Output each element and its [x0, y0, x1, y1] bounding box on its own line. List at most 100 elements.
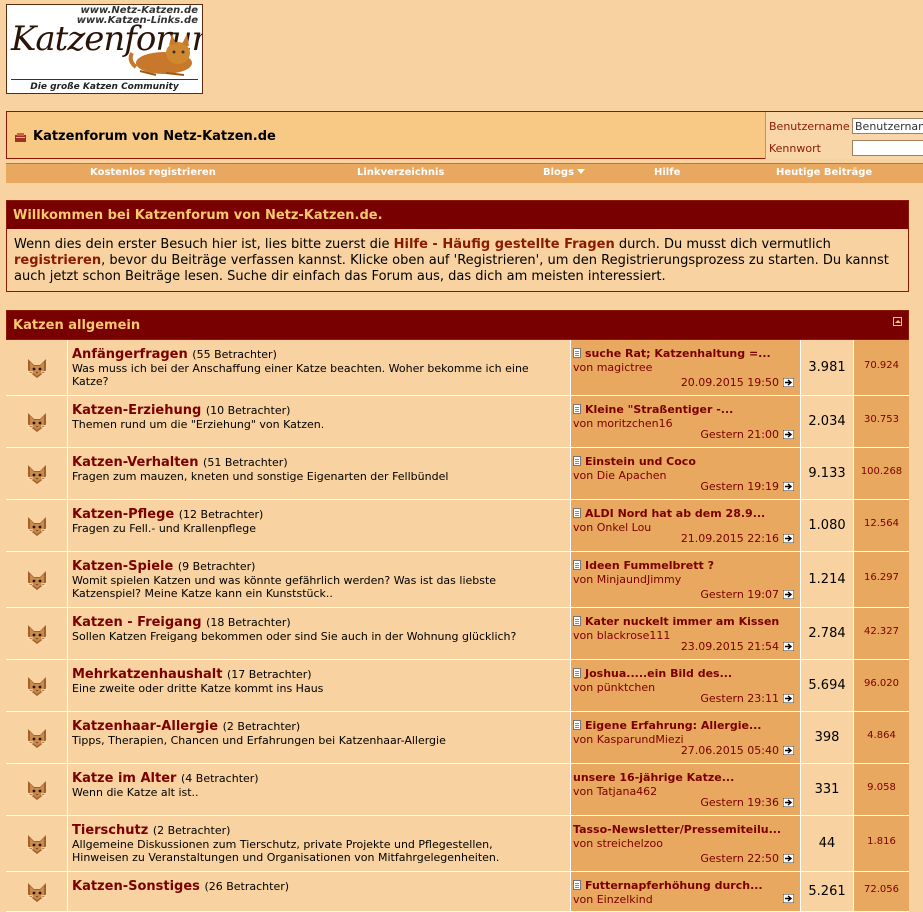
forum-name[interactable]: Mehrkatzenhaushalt: [72, 667, 222, 682]
forum-name[interactable]: Katzen-Erziehung: [72, 403, 201, 418]
last-post-title[interactable]: Joshua.....ein Bild des...: [573, 667, 732, 680]
forum-name[interactable]: Tierschutz: [72, 823, 148, 838]
last-post-title[interactable]: Einstein und Coco: [573, 455, 696, 468]
forum-info-cell: Katzen-Pflege (12 Betrachter) Fragen zu …: [68, 500, 571, 551]
last-post-author-line: von Die Apachen: [573, 469, 667, 482]
go-to-last-post-icon[interactable]: [783, 534, 794, 543]
last-post-author[interactable]: blackrose111: [597, 629, 671, 642]
go-to-last-post-icon[interactable]: [783, 694, 794, 703]
thread-count: 5.261: [808, 883, 846, 899]
last-post-title[interactable]: Futternapferhöhung durch...: [573, 879, 763, 892]
forum-name[interactable]: Katzen - Freigang: [72, 615, 202, 630]
forum-name[interactable]: Katzen-Verhalten: [72, 455, 199, 470]
last-post-author[interactable]: Onkel Lou: [597, 521, 652, 534]
register-link[interactable]: registrieren: [14, 253, 101, 268]
document-icon: [573, 668, 581, 678]
last-post-title[interactable]: Ideen Fummelbrett ?: [573, 559, 714, 572]
last-post-author[interactable]: Einzelkind: [597, 893, 653, 906]
last-post-author[interactable]: pünktchen: [597, 681, 655, 694]
go-to-last-post-icon[interactable]: [783, 854, 794, 863]
forum-name[interactable]: Katze im Alter: [72, 771, 176, 786]
last-post-author-line: von pünktchen: [573, 681, 655, 694]
forum-name[interactable]: Anfängerfragen: [72, 347, 188, 362]
forum-name[interactable]: Katzenhaar-Allergie: [72, 719, 218, 734]
last-post-cell: suche Rat; Katzenhaltung =... von magict…: [571, 340, 801, 395]
forum-info-cell: Katzenhaar-Allergie (2 Betrachter) Tipps…: [68, 712, 571, 763]
nav-help[interactable]: Hilfe: [654, 167, 680, 178]
last-post-by-prefix: von: [573, 521, 597, 534]
last-post-date: 20.09.2015 19:50: [680, 376, 779, 389]
forum-title-line: Katze im Alter (4 Betrachter): [72, 771, 259, 786]
post-count-cell: 30.753: [854, 396, 909, 447]
last-post-author[interactable]: Tatjana462: [597, 785, 657, 798]
username-input[interactable]: [852, 118, 923, 134]
last-post-cell: Einstein und Coco von Die Apachen Gester…: [571, 448, 801, 499]
post-count-cell: 1.816: [854, 816, 909, 871]
thread-count-cell: 1.214: [801, 552, 854, 607]
last-post-author[interactable]: MinjaundJimmy: [597, 573, 681, 586]
forum-name[interactable]: Katzen-Pflege: [72, 507, 174, 522]
go-to-last-post-icon[interactable]: [783, 482, 794, 491]
nav-blogs[interactable]: Blogs: [543, 167, 586, 178]
last-post-title[interactable]: Kleine "Straßentiger -...: [573, 403, 733, 416]
category-title[interactable]: Katzen allgemein: [13, 318, 140, 333]
forum-name[interactable]: Katzen-Sonstiges: [72, 879, 200, 894]
go-to-last-post-icon[interactable]: [783, 746, 794, 755]
password-input[interactable]: [852, 140, 923, 156]
collapse-icon[interactable]: [893, 317, 902, 326]
post-count: 16.297: [864, 571, 899, 583]
last-post-author[interactable]: moritzchen16: [597, 417, 673, 430]
post-count-cell: 42.327: [854, 608, 909, 659]
last-post-date-line: 20.09.2015 19:50: [681, 376, 794, 389]
last-post-author[interactable]: KasparundMiezi: [597, 733, 684, 746]
last-post-title[interactable]: unsere 16-jährige Katze...: [573, 771, 734, 784]
forum-info-cell: Katzen-Sonstiges (26 Betrachter): [68, 872, 571, 911]
post-count-cell: 16.297: [854, 552, 909, 607]
forum-name[interactable]: Katzen-Spiele: [72, 559, 173, 574]
forum-viewers: (17 Betrachter): [226, 668, 312, 681]
faq-link[interactable]: Hilfe - Häufig gestellte Fragen: [394, 237, 615, 252]
post-count: 30.753: [864, 413, 899, 425]
last-post-title[interactable]: Tasso-Newsletter/Pressemiteilu...: [573, 823, 781, 836]
thread-count: 398: [814, 729, 840, 745]
category-header: Katzen allgemein: [6, 310, 909, 340]
go-to-last-post-icon[interactable]: [783, 894, 794, 903]
go-to-last-post-icon[interactable]: [783, 798, 794, 807]
go-to-last-post-icon[interactable]: [783, 378, 794, 387]
forum-row: Katzen-Pflege (12 Betrachter) Fragen zu …: [6, 500, 909, 552]
logo-tagline: Die große Katzen Community: [30, 82, 179, 92]
last-post-title[interactable]: Eigene Erfahrung: Allergie...: [573, 719, 762, 732]
nav-register[interactable]: Kostenlos registrieren: [90, 167, 216, 178]
forum-status-cell: [6, 448, 68, 499]
forum-status-cell: [6, 340, 68, 395]
last-post-title[interactable]: suche Rat; Katzenhaltung =...: [573, 347, 771, 360]
last-post-title[interactable]: Kater nuckelt immer am Kissen: [573, 615, 779, 628]
thread-count-cell: 5.694: [801, 660, 854, 711]
last-post-by-prefix: von: [573, 361, 597, 374]
last-post-title-text: Kleine "Straßentiger -...: [585, 403, 734, 416]
last-post-title[interactable]: ALDI Nord hat ab dem 28.9...: [573, 507, 765, 520]
last-post-author[interactable]: Die Apachen: [597, 469, 667, 482]
last-post-date: 21.09.2015 22:16: [680, 532, 779, 545]
last-post-author[interactable]: streichelzoo: [597, 837, 663, 850]
logo-divider: [11, 79, 198, 80]
document-icon: [573, 456, 581, 466]
document-icon: [573, 616, 581, 626]
site-logo[interactable]: www.Netz-Katzen.de www.Katzen-Links.de K…: [6, 4, 203, 94]
last-post-date-line: Gestern 19:07: [700, 588, 794, 601]
forum-title-line: Katzen - Freigang (18 Betrachter): [72, 615, 291, 630]
forum-row: Katzenhaar-Allergie (2 Betrachter) Tipps…: [6, 712, 909, 764]
document-icon: [573, 348, 581, 358]
nav-todays-posts[interactable]: Heutige Beiträge: [776, 167, 872, 178]
go-to-last-post-icon[interactable]: [783, 590, 794, 599]
nav-link-directory[interactable]: Linkverzeichnis: [357, 167, 444, 178]
go-to-last-post-icon[interactable]: [783, 642, 794, 651]
go-to-last-post-icon[interactable]: [783, 430, 794, 439]
forum-info-cell: Mehrkatzenhaushalt (17 Betrachter) Eine …: [68, 660, 571, 711]
last-post-author[interactable]: magictree: [597, 361, 653, 374]
nav-bar: Kostenlos registrieren Linkverzeichnis B…: [6, 163, 923, 183]
last-post-by-prefix: von: [573, 785, 597, 798]
page-title[interactable]: Katzenforum von Netz-Katzen.de: [33, 129, 276, 144]
post-count-cell: 96.020: [854, 660, 909, 711]
forum-home-icon[interactable]: [14, 132, 27, 143]
